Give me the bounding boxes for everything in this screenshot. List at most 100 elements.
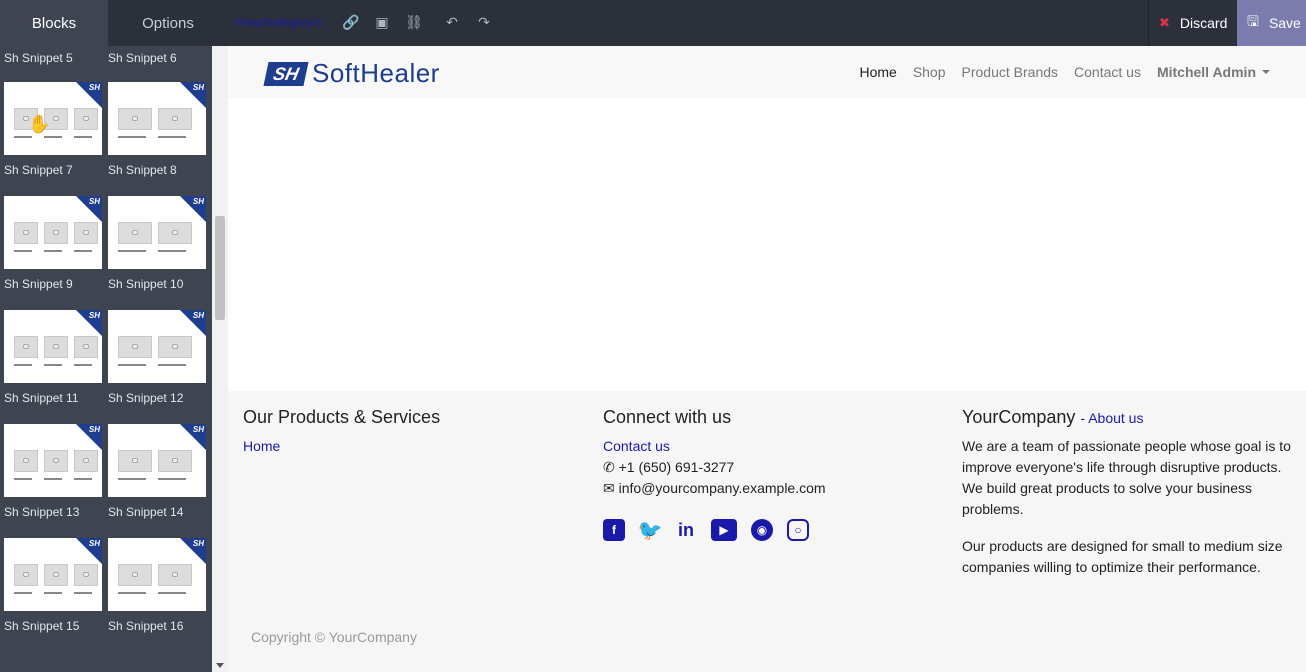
snippet-thumbnail[interactable]: SH [4, 310, 102, 383]
snippet-thumbnail[interactable]: SH [4, 538, 102, 611]
footer-col-connect: Connect with us Contact us ✆ +1 (650) 69… [603, 407, 933, 542]
placeholder-box [44, 564, 68, 586]
placeholder-bar [158, 478, 186, 480]
snippet-item[interactable]: SH Sh Snippet 10 [104, 196, 208, 310]
snippet-row: SH Sh Snippet 15 SH Sh Snippet 16 [0, 538, 212, 652]
nav-product-brands[interactable]: Product Brands [962, 64, 1059, 80]
placeholder-bar [118, 478, 146, 480]
snippet-thumbnail[interactable]: SH [4, 196, 102, 269]
envelope-icon: ✉ [603, 480, 615, 496]
grab-cursor-icon: ✋ [28, 114, 51, 134]
user-menu[interactable]: Mitchell Admin [1157, 64, 1270, 80]
snippet-thumbnail[interactable]: SH [108, 82, 206, 155]
site-logo[interactable]: SH SoftHealer [263, 58, 440, 89]
instagram-icon[interactable]: ○ [787, 519, 809, 541]
camera-icon [53, 230, 59, 235]
snippet-thumbnail[interactable]: SH [108, 196, 206, 269]
snippet-item[interactable]: SH Sh Snippet 12 [104, 310, 208, 424]
save-button[interactable]: 🖫 Save [1237, 0, 1306, 46]
scroll-down-arrow[interactable] [216, 663, 224, 668]
nav-contact-us[interactable]: Contact us [1074, 64, 1141, 80]
about-paragraph-2: Our products are designed for small to m… [962, 538, 1283, 575]
snippet-item[interactable]: SH Sh Snippet 7 [0, 82, 104, 196]
nav-links: Home Shop Product Brands Contact us Mitc… [859, 46, 1270, 98]
camera-icon [172, 572, 178, 577]
footer-home-link[interactable]: Home [243, 438, 280, 454]
tab-blocks[interactable]: Blocks [0, 0, 108, 46]
link-icon[interactable]: 🔗 [342, 13, 360, 31]
brand-corner-text: SH [88, 425, 100, 434]
snippet-item[interactable]: SH Sh Snippet 15 [0, 538, 104, 652]
facebook-icon[interactable]: f [603, 519, 625, 541]
snippet-grid: Sh Snippet 5 Sh Snippet 6 SH Sh Snippet 7 SH… [0, 46, 212, 652]
discard-label: Discard [1179, 15, 1228, 31]
placeholder-box [158, 450, 192, 472]
placeholder-bar [118, 364, 146, 366]
about-us-link[interactable]: - About us [1080, 410, 1143, 426]
snippet-item[interactable]: SH Sh Snippet 13 [0, 424, 104, 538]
snippet-item[interactable]: Sh Snippet 6 [104, 46, 208, 82]
undo-icon[interactable]: ↶ [443, 13, 461, 31]
footer-contact-link[interactable]: Contact us [603, 438, 670, 454]
snippet-label: Sh Snippet 15 [4, 619, 80, 633]
placeholder-bar [44, 592, 62, 594]
placeholder-bar [14, 364, 32, 366]
youtube-icon[interactable]: ▶ [711, 519, 737, 541]
placeholder-bar [158, 250, 186, 252]
url-text[interactable]: /shop/category/c [234, 15, 322, 29]
snippet-item[interactable]: SH Sh Snippet 14 [104, 424, 208, 538]
redo-icon[interactable]: ↷ [475, 13, 493, 31]
placeholder-box [118, 564, 152, 586]
image-icon[interactable]: ▣ [373, 13, 391, 31]
twitter-icon[interactable]: 🐦 [638, 519, 663, 542]
camera-icon [23, 572, 29, 577]
placeholder-box [158, 108, 192, 130]
placeholder-box [14, 564, 38, 586]
brand-corner-text: SH [192, 425, 204, 434]
unlink-icon[interactable]: ⛓ [405, 13, 423, 31]
brand-corner-text: SH [88, 83, 100, 92]
github-icon[interactable]: ◉ [751, 519, 773, 541]
placeholder-bar [14, 592, 32, 594]
camera-icon [132, 344, 138, 349]
snippet-item[interactable]: SH Sh Snippet 11 [0, 310, 104, 424]
about-us-label: About us [1088, 410, 1144, 426]
camera-icon [83, 116, 89, 121]
panel-scrollbar[interactable] [212, 46, 228, 672]
nav-shop[interactable]: Shop [913, 64, 946, 80]
camera-icon [53, 116, 59, 121]
snippet-item[interactable]: SH Sh Snippet 16 [104, 538, 208, 652]
snippet-thumbnail[interactable]: SH [108, 424, 206, 497]
camera-icon [83, 344, 89, 349]
placeholder-bar [158, 364, 186, 366]
snippet-thumbnail[interactable]: SH [4, 82, 102, 155]
linkedin-icon[interactable]: in [675, 519, 697, 541]
snippet-thumbnail[interactable]: SH [108, 538, 206, 611]
snippet-item[interactable]: Sh Snippet 5 [0, 46, 104, 82]
phone-icon: ✆ [603, 459, 615, 475]
placeholder-box [118, 336, 152, 358]
snippet-label: Sh Snippet 8 [108, 163, 177, 177]
camera-icon [83, 572, 89, 577]
snippet-item[interactable]: SH Sh Snippet 8 [104, 82, 208, 196]
camera-icon [53, 458, 59, 463]
placeholder-bar [118, 136, 146, 138]
snippet-thumbnail[interactable]: SH [4, 424, 102, 497]
placeholder-bar [74, 478, 92, 480]
snippet-item[interactable]: SH Sh Snippet 9 [0, 196, 104, 310]
snippet-thumbnail[interactable]: SH [108, 310, 206, 383]
scrollbar-thumb[interactable] [215, 216, 225, 320]
nav-home[interactable]: Home [859, 64, 896, 80]
user-name: Mitchell Admin [1156, 64, 1256, 80]
camera-icon [172, 230, 178, 235]
camera-icon [172, 344, 178, 349]
placeholder-bar [44, 250, 62, 252]
brand-corner-text: SH [192, 539, 204, 548]
caret-down-icon [1262, 70, 1270, 74]
tab-options[interactable]: Options [108, 0, 228, 46]
discard-button[interactable]: ✖ Discard [1148, 0, 1237, 46]
brand-corner-text: SH [192, 311, 204, 320]
phone-line: ✆ +1 (650) 691-3277 [603, 457, 933, 478]
camera-icon [132, 116, 138, 121]
camera-icon [23, 458, 29, 463]
